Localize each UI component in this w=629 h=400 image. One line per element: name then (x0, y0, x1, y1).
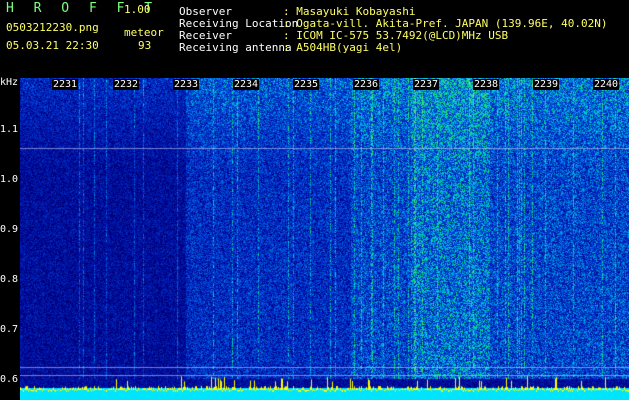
app-version: 1.00 (124, 3, 151, 16)
header-panel: H R O F F T 1.00 0503212230.png meteor 0… (0, 0, 629, 78)
x-tick-label: 2240 (593, 79, 620, 90)
y-tick-label: 0.7 (0, 324, 19, 335)
meteor-count: 93 (138, 39, 152, 52)
y-tick-label: 0.6 (0, 374, 19, 385)
x-tick-label: 2238 (473, 79, 500, 90)
antenna-value: : A504HB(yagi 4el) (283, 41, 403, 54)
x-tick-label: 2234 (233, 79, 260, 90)
x-tick-label: 2237 (413, 79, 440, 90)
time-axis: 2231 2232 2233 2234 2235 2236 2237 2238 2239 2240 (0, 79, 629, 91)
y-tick-label: 0.9 (0, 224, 19, 235)
mode-label: meteor (124, 26, 164, 39)
antenna-label: Receiving antenna (179, 41, 292, 54)
y-tick-label: 1.1 (0, 124, 19, 135)
x-tick-label: 2235 (293, 79, 320, 90)
datetime: 05.03.21 22:30 (6, 39, 99, 52)
x-tick-label: 2231 (52, 79, 79, 90)
y-tick-label: 1.0 (0, 174, 19, 185)
x-tick-label: 2233 (173, 79, 200, 90)
spectrogram-canvas[interactable] (20, 78, 629, 400)
x-tick-label: 2236 (353, 79, 380, 90)
x-tick-label: 2232 (113, 79, 140, 90)
x-tick-label: 2239 (533, 79, 560, 90)
frequency-axis: kHz 1.1 1.0 0.9 0.8 0.7 0.6 (0, 78, 20, 400)
y-tick-label: 0.8 (0, 274, 19, 285)
file-name: 0503212230.png (6, 21, 99, 34)
